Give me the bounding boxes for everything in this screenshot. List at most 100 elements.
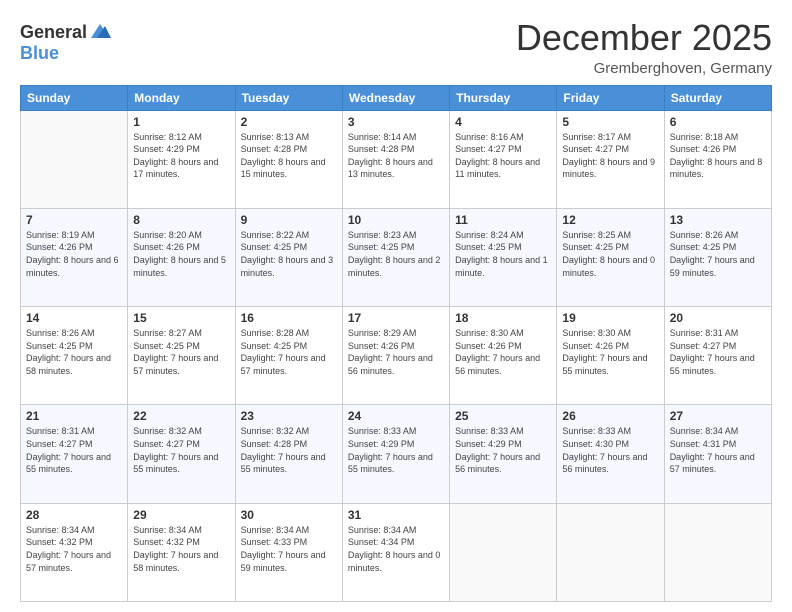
day-info: Sunrise: 8:25 AMSunset: 4:25 PMDaylight:… bbox=[562, 229, 658, 279]
location-subtitle: Gremberghoven, Germany bbox=[516, 60, 772, 77]
day-number: 1 bbox=[133, 115, 229, 129]
day-info: Sunrise: 8:31 AMSunset: 4:27 PMDaylight:… bbox=[670, 327, 766, 377]
day-number: 7 bbox=[26, 213, 122, 227]
day-number: 23 bbox=[241, 409, 337, 423]
day-number: 3 bbox=[348, 115, 444, 129]
day-number: 30 bbox=[241, 508, 337, 522]
table-row: 1 Sunrise: 8:12 AMSunset: 4:29 PMDaylight… bbox=[128, 110, 235, 208]
day-info: Sunrise: 8:27 AMSunset: 4:25 PMDaylight:… bbox=[133, 327, 229, 377]
day-info: Sunrise: 8:16 AMSunset: 4:27 PMDaylight:… bbox=[455, 131, 551, 181]
day-number: 13 bbox=[670, 213, 766, 227]
day-info: Sunrise: 8:33 AMSunset: 4:29 PMDaylight:… bbox=[455, 425, 551, 475]
day-number: 22 bbox=[133, 409, 229, 423]
logo-general: General bbox=[20, 23, 87, 43]
day-info: Sunrise: 8:31 AMSunset: 4:27 PMDaylight:… bbox=[26, 425, 122, 475]
calendar-week-row: 7 Sunrise: 8:19 AMSunset: 4:26 PMDaylight… bbox=[21, 208, 772, 306]
table-row bbox=[21, 110, 128, 208]
col-sunday: Sunday bbox=[21, 85, 128, 110]
day-number: 24 bbox=[348, 409, 444, 423]
day-number: 12 bbox=[562, 213, 658, 227]
col-tuesday: Tuesday bbox=[235, 85, 342, 110]
day-number: 9 bbox=[241, 213, 337, 227]
table-row: 30Sunrise: 8:34 AMSunset: 4:33 PMDayligh… bbox=[235, 503, 342, 601]
calendar-table: Sunday Monday Tuesday Wednesday Thursday… bbox=[20, 85, 772, 602]
day-number: 2 bbox=[241, 115, 337, 129]
day-info: Sunrise: 8:34 AMSunset: 4:34 PMDaylight:… bbox=[348, 524, 444, 574]
day-info: Sunrise: 8:34 AMSunset: 4:32 PMDaylight:… bbox=[133, 524, 229, 574]
day-number: 14 bbox=[26, 311, 122, 325]
day-info: Sunrise: 8:18 AMSunset: 4:26 PMDaylight:… bbox=[670, 131, 766, 181]
table-row: 22 Sunrise: 8:32 AMSunset: 4:27 PMDayligh… bbox=[128, 405, 235, 503]
day-info: Sunrise: 8:30 AMSunset: 4:26 PMDaylight:… bbox=[562, 327, 658, 377]
table-row: 12 Sunrise: 8:25 AMSunset: 4:25 PMDayligh… bbox=[557, 208, 664, 306]
day-number: 11 bbox=[455, 213, 551, 227]
day-info: Sunrise: 8:34 AMSunset: 4:31 PMDaylight:… bbox=[670, 425, 766, 475]
calendar-week-row: 21 Sunrise: 8:31 AMSunset: 4:27 PMDayligh… bbox=[21, 405, 772, 503]
table-row: 23 Sunrise: 8:32 AMSunset: 4:28 PMDayligh… bbox=[235, 405, 342, 503]
day-info: Sunrise: 8:28 AMSunset: 4:25 PMDaylight:… bbox=[241, 327, 337, 377]
col-thursday: Thursday bbox=[450, 85, 557, 110]
calendar-header-row: Sunday Monday Tuesday Wednesday Thursday… bbox=[21, 85, 772, 110]
month-title: December 2025 bbox=[516, 18, 772, 58]
day-number: 17 bbox=[348, 311, 444, 325]
day-number: 18 bbox=[455, 311, 551, 325]
table-row bbox=[664, 503, 771, 601]
day-number: 25 bbox=[455, 409, 551, 423]
table-row: 6Sunrise: 8:18 AMSunset: 4:26 PMDaylight… bbox=[664, 110, 771, 208]
table-row: 19 Sunrise: 8:30 AMSunset: 4:26 PMDayligh… bbox=[557, 307, 664, 405]
day-number: 16 bbox=[241, 311, 337, 325]
table-row: 14Sunrise: 8:26 AMSunset: 4:25 PMDayligh… bbox=[21, 307, 128, 405]
day-info: Sunrise: 8:17 AMSunset: 4:27 PMDaylight:… bbox=[562, 131, 658, 181]
table-row: 20 Sunrise: 8:31 AMSunset: 4:27 PMDayligh… bbox=[664, 307, 771, 405]
table-row: 18Sunrise: 8:30 AMSunset: 4:26 PMDayligh… bbox=[450, 307, 557, 405]
table-row: 31 Sunrise: 8:34 AMSunset: 4:34 PMDayligh… bbox=[342, 503, 449, 601]
table-row: 4 Sunrise: 8:16 AMSunset: 4:27 PMDaylight… bbox=[450, 110, 557, 208]
table-row: 3 Sunrise: 8:14 AMSunset: 4:28 PMDaylight… bbox=[342, 110, 449, 208]
table-row: 8Sunrise: 8:20 AMSunset: 4:26 PMDaylight… bbox=[128, 208, 235, 306]
logo-icon bbox=[89, 20, 111, 42]
day-number: 15 bbox=[133, 311, 229, 325]
table-row bbox=[557, 503, 664, 601]
table-row: 5 Sunrise: 8:17 AMSunset: 4:27 PMDaylight… bbox=[557, 110, 664, 208]
table-row: 29Sunrise: 8:34 AMSunset: 4:32 PMDayligh… bbox=[128, 503, 235, 601]
col-wednesday: Wednesday bbox=[342, 85, 449, 110]
day-number: 19 bbox=[562, 311, 658, 325]
table-row: 13 Sunrise: 8:26 AMSunset: 4:25 PMDayligh… bbox=[664, 208, 771, 306]
table-row: 27 Sunrise: 8:34 AMSunset: 4:31 PMDayligh… bbox=[664, 405, 771, 503]
table-row: 25 Sunrise: 8:33 AMSunset: 4:29 PMDayligh… bbox=[450, 405, 557, 503]
table-row: 24 Sunrise: 8:33 AMSunset: 4:29 PMDayligh… bbox=[342, 405, 449, 503]
day-number: 26 bbox=[562, 409, 658, 423]
day-number: 5 bbox=[562, 115, 658, 129]
day-info: Sunrise: 8:14 AMSunset: 4:28 PMDaylight:… bbox=[348, 131, 444, 181]
day-number: 21 bbox=[26, 409, 122, 423]
day-info: Sunrise: 8:12 AMSunset: 4:29 PMDaylight:… bbox=[133, 131, 229, 181]
day-info: Sunrise: 8:29 AMSunset: 4:26 PMDaylight:… bbox=[348, 327, 444, 377]
day-number: 27 bbox=[670, 409, 766, 423]
table-row bbox=[450, 503, 557, 601]
calendar-week-row: 14Sunrise: 8:26 AMSunset: 4:25 PMDayligh… bbox=[21, 307, 772, 405]
table-row: 2Sunrise: 8:13 AMSunset: 4:28 PMDaylight… bbox=[235, 110, 342, 208]
day-info: Sunrise: 8:34 AMSunset: 4:32 PMDaylight:… bbox=[26, 524, 122, 574]
day-number: 4 bbox=[455, 115, 551, 129]
table-row: 16 Sunrise: 8:28 AMSunset: 4:25 PMDayligh… bbox=[235, 307, 342, 405]
col-monday: Monday bbox=[128, 85, 235, 110]
day-info: Sunrise: 8:32 AMSunset: 4:27 PMDaylight:… bbox=[133, 425, 229, 475]
day-info: Sunrise: 8:33 AMSunset: 4:30 PMDaylight:… bbox=[562, 425, 658, 475]
calendar-week-row: 1 Sunrise: 8:12 AMSunset: 4:29 PMDaylight… bbox=[21, 110, 772, 208]
page: General Blue December 2025 Gremberghoven… bbox=[0, 0, 792, 612]
day-number: 20 bbox=[670, 311, 766, 325]
table-row: 10Sunrise: 8:23 AMSunset: 4:25 PMDayligh… bbox=[342, 208, 449, 306]
header: General Blue December 2025 Gremberghoven… bbox=[20, 18, 772, 77]
day-info: Sunrise: 8:33 AMSunset: 4:29 PMDaylight:… bbox=[348, 425, 444, 475]
day-number: 8 bbox=[133, 213, 229, 227]
day-info: Sunrise: 8:22 AMSunset: 4:25 PMDaylight:… bbox=[241, 229, 337, 279]
day-info: Sunrise: 8:26 AMSunset: 4:25 PMDaylight:… bbox=[670, 229, 766, 279]
col-friday: Friday bbox=[557, 85, 664, 110]
table-row: 11Sunrise: 8:24 AMSunset: 4:25 PMDayligh… bbox=[450, 208, 557, 306]
day-info: Sunrise: 8:32 AMSunset: 4:28 PMDaylight:… bbox=[241, 425, 337, 475]
table-row: 7 Sunrise: 8:19 AMSunset: 4:26 PMDaylight… bbox=[21, 208, 128, 306]
day-number: 31 bbox=[348, 508, 444, 522]
day-info: Sunrise: 8:19 AMSunset: 4:26 PMDaylight:… bbox=[26, 229, 122, 279]
table-row: 21 Sunrise: 8:31 AMSunset: 4:27 PMDayligh… bbox=[21, 405, 128, 503]
day-number: 28 bbox=[26, 508, 122, 522]
